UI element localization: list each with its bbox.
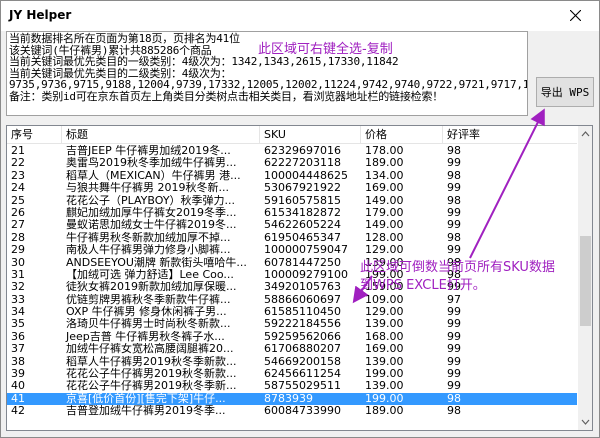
annotation-arrows — [352, 108, 545, 304]
arrow-to-export-button — [469, 108, 545, 259]
annotation-export-hint-line1: 此区域可倒数当前页所有SKU数据 — [360, 260, 555, 275]
annotation-export-hint-line2: 到WPS EXCLE打开。 — [360, 278, 486, 293]
annotation-copy-hint: 此区域可右键全选-复制 — [258, 42, 393, 57]
